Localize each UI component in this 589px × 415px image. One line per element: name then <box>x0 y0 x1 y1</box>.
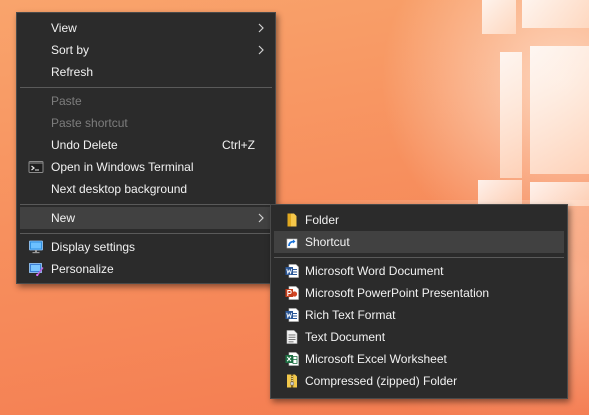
shortcut-icon <box>286 238 298 249</box>
menu-divider <box>274 257 564 258</box>
menu-item-undo-delete[interactable]: Undo Delete Ctrl+Z <box>20 134 272 156</box>
wallpaper-window-pane <box>500 52 522 178</box>
menu-item-view-label: View <box>51 21 77 35</box>
menu-item-paste: Paste <box>20 90 272 112</box>
submenu-item-text-document-label: Text Document <box>305 330 386 344</box>
word-icon <box>285 264 299 278</box>
menu-item-display-settings[interactable]: Display settings <box>20 236 272 258</box>
submenu-item-microsoft-excel-worksheet-label: Microsoft Excel Worksheet <box>305 352 447 366</box>
menu-item-sort-by-label: Sort by <box>51 43 90 57</box>
submenu-item-rich-text-format-label: Rich Text Format <box>305 308 396 322</box>
submenu-item-text-document[interactable]: Text Document <box>274 326 564 348</box>
menu-item-next-desktop-background-label: Next desktop background <box>51 182 188 196</box>
submenu-item-microsoft-powerpoint-presentation[interactable]: Microsoft PowerPoint Presentation <box>274 282 564 304</box>
menu-item-personalize-label: Personalize <box>51 262 114 276</box>
menu-item-display-settings-label: Display settings <box>51 240 136 254</box>
zip-folder-icon <box>287 374 297 388</box>
submenu-item-microsoft-excel-worksheet[interactable]: Microsoft Excel Worksheet <box>274 348 564 370</box>
menu-item-view[interactable]: View <box>20 17 272 39</box>
menu-item-undo-delete-shortcut: Ctrl+Z <box>222 138 255 152</box>
menu-item-next-desktop-background[interactable]: Next desktop background <box>20 178 272 200</box>
menu-item-new-label: New <box>51 211 76 225</box>
wallpaper-window-pane <box>482 0 516 34</box>
submenu-item-microsoft-powerpoint-presentation-label: Microsoft PowerPoint Presentation <box>305 286 490 300</box>
menu-item-new[interactable]: New <box>20 207 272 229</box>
chevron-right-icon <box>258 213 264 223</box>
menu-item-open-in-windows-terminal[interactable]: Open in Windows Terminal <box>20 156 272 178</box>
excel-icon <box>285 352 299 366</box>
powerpoint-icon <box>285 286 299 300</box>
submenu-item-folder-label: Folder <box>305 213 340 227</box>
menu-item-refresh-label: Refresh <box>51 65 94 79</box>
submenu-item-compressed-zipped-folder-label: Compressed (zipped) Folder <box>305 374 458 388</box>
folder-icon <box>287 213 297 227</box>
chevron-right-icon <box>258 45 264 55</box>
submenu-item-compressed-zipped-folder[interactable]: Compressed (zipped) Folder <box>274 370 564 392</box>
submenu-item-shortcut-label: Shortcut <box>305 235 350 249</box>
wallpaper-window-pane <box>478 180 522 204</box>
menu-item-refresh[interactable]: Refresh <box>20 61 272 83</box>
submenu-item-microsoft-word-document-label: Microsoft Word Document <box>305 264 444 278</box>
submenu-item-rich-text-format[interactable]: Rich Text Format <box>274 304 564 326</box>
menu-item-paste-shortcut: Paste shortcut <box>20 112 272 134</box>
menu-divider <box>20 233 272 234</box>
submenu-item-folder[interactable]: Folder <box>274 209 564 231</box>
new-submenu: Folder Shortcut Microsoft Word Document … <box>270 204 568 399</box>
rtf-icon <box>285 308 299 322</box>
personalize-icon <box>29 263 44 277</box>
menu-item-paste-shortcut-label: Paste shortcut <box>51 116 128 130</box>
menu-item-open-in-windows-terminal-label: Open in Windows Terminal <box>51 160 194 174</box>
menu-divider <box>20 204 272 205</box>
menu-divider <box>20 87 272 88</box>
menu-item-personalize[interactable]: Personalize <box>20 258 272 280</box>
menu-item-paste-label: Paste <box>51 94 82 108</box>
wallpaper-window-pane <box>530 182 589 206</box>
wallpaper-window-pane <box>530 46 589 174</box>
menu-item-undo-delete-label: Undo Delete <box>51 138 118 152</box>
submenu-item-shortcut[interactable]: Shortcut <box>274 231 564 253</box>
terminal-icon <box>28 161 44 173</box>
text-document-icon <box>286 330 298 344</box>
desktop-context-menu: View Sort by Refresh Paste Paste shortcu… <box>16 12 276 284</box>
wallpaper-window-pane <box>522 0 589 28</box>
chevron-right-icon <box>258 23 264 33</box>
submenu-item-microsoft-word-document[interactable]: Microsoft Word Document <box>274 260 564 282</box>
display-icon <box>29 240 43 254</box>
menu-item-sort-by[interactable]: Sort by <box>20 39 272 61</box>
